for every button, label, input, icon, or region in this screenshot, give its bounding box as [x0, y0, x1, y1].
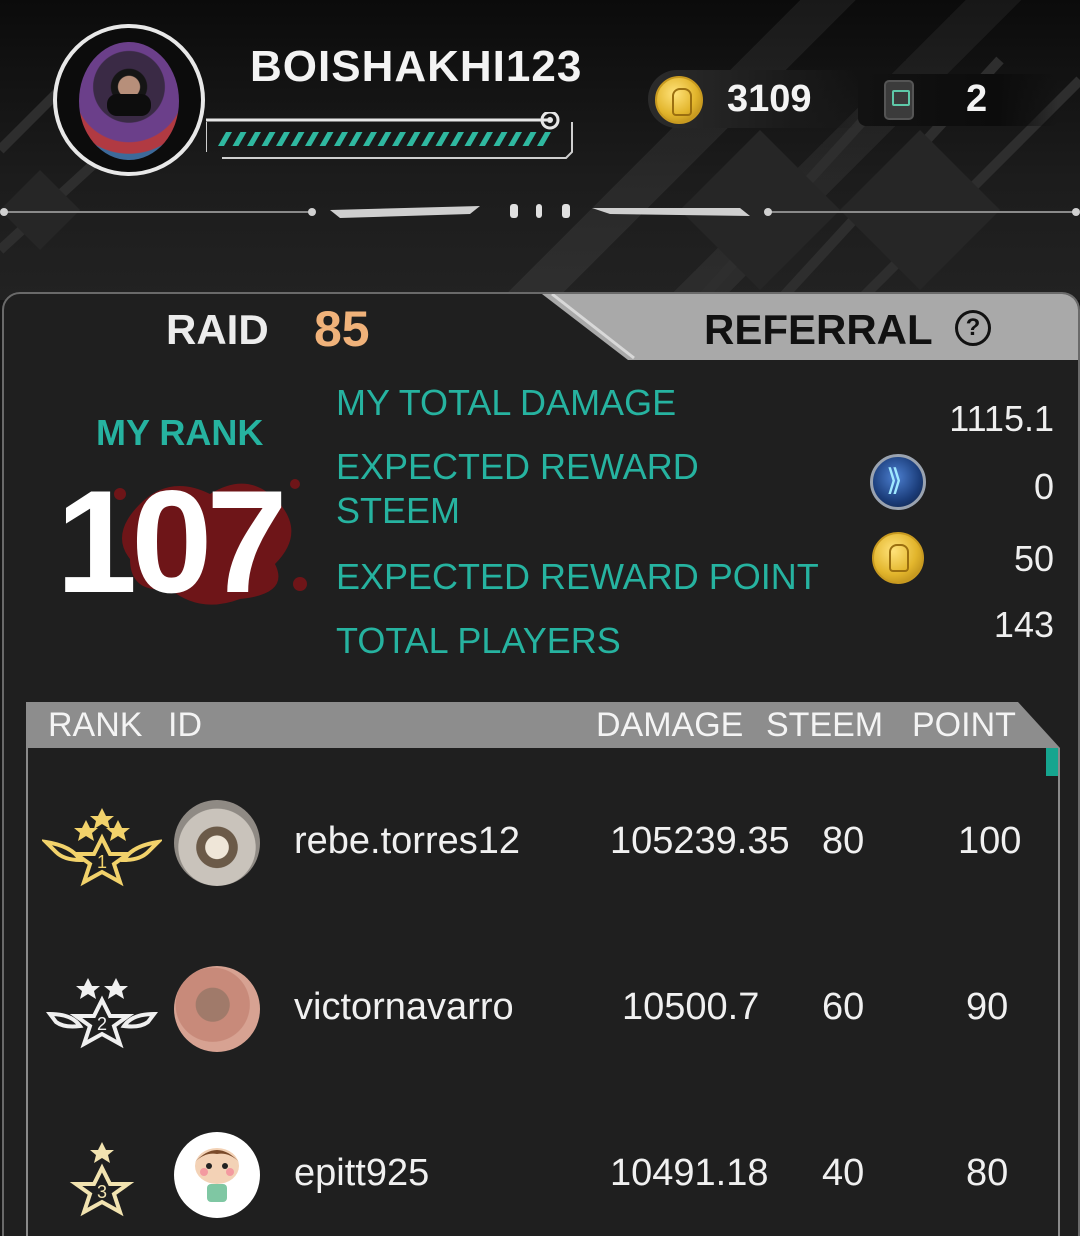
player-damage: 105239.35	[610, 820, 790, 862]
profile-avatar-ring[interactable]	[53, 24, 205, 176]
xp-bar-segment	[508, 132, 522, 146]
total-players-label: TOTAL PLAYERS	[336, 620, 621, 661]
total-players-value: 143	[993, 604, 1054, 645]
ranking-table: RANK ID DAMAGE STEEM POINT 1 rebe.torres…	[26, 702, 1060, 1236]
my-rank-label: MY RANK	[96, 412, 264, 453]
username: BOISHAKHI123	[250, 42, 583, 91]
col-point: POINT	[912, 706, 1016, 744]
xp-bar-segment	[479, 132, 493, 146]
xp-bar-segment	[290, 132, 305, 146]
total-damage-label: MY TOTAL DAMAGE	[336, 382, 677, 423]
total-damage-value: 1115.1	[949, 398, 1054, 439]
player-steem: 80	[822, 820, 865, 862]
profile-avatar	[79, 42, 179, 160]
cartoon-avatar-icon	[195, 1148, 239, 1202]
xp-bar-segment	[276, 132, 290, 146]
ticket-count: 2	[966, 78, 988, 120]
player-point: 90	[966, 986, 1009, 1028]
xp-bar-segment	[218, 132, 232, 146]
rank-2-badge-number: 2	[97, 1014, 107, 1034]
reward-point-value: 50	[1013, 538, 1054, 579]
xp-bar-segment	[334, 132, 348, 146]
table-row[interactable]: 1 rebe.torres12 105239.35 80 100	[28, 788, 1058, 908]
xp-bar-segment	[319, 132, 334, 146]
xp-bar-segment	[537, 132, 551, 146]
reward-point-label: EXPECTED REWARD POINT	[336, 556, 819, 597]
xp-bar-segment	[406, 132, 421, 146]
player-steem: 40	[822, 1152, 865, 1194]
xp-bar-segment	[232, 132, 247, 146]
header-divider	[0, 204, 1080, 218]
col-damage: DAMAGE	[596, 706, 744, 744]
player-point: 100	[958, 820, 1022, 862]
table-header: RANK ID DAMAGE STEEM POINT	[26, 702, 1060, 748]
player-damage: 10491.18	[610, 1152, 769, 1194]
avatar[interactable]	[174, 1132, 260, 1218]
raid-number: 85	[314, 301, 370, 357]
player-id: epitt925	[294, 1152, 430, 1194]
player-point: 80	[966, 1152, 1009, 1194]
tab-raid[interactable]: RAID	[166, 306, 269, 354]
xp-bar-segment	[493, 132, 508, 146]
reward-steem-value: 0	[1033, 466, 1054, 507]
table-row[interactable]: 2 victornavarro 10500.7 60 90	[28, 954, 1058, 1074]
xp-bar-segment	[305, 132, 319, 146]
gold-coin-icon	[872, 532, 924, 584]
xp-bar-segment	[392, 132, 406, 146]
scrollbar[interactable]	[1046, 748, 1058, 776]
rank-3-badge-number: 3	[97, 1182, 107, 1202]
raid-panel: RAID 85 REFERRAL ? MY RANK 107 MY TOTAL …	[2, 292, 1080, 1236]
rank-2-badge-icon: 2	[45, 978, 159, 1049]
xp-bar-segment	[348, 132, 363, 146]
xp-progress-bar	[206, 112, 573, 159]
xp-bar-segment	[377, 132, 392, 146]
xp-bar-segment	[421, 132, 435, 146]
avatar[interactable]	[174, 966, 260, 1052]
rank-1-badge-icon: 1	[42, 808, 162, 887]
xp-bar-segment	[522, 132, 537, 146]
gold-coin-icon	[655, 76, 703, 124]
xp-bar-segment	[261, 132, 276, 146]
coin-count: 3109	[727, 78, 812, 120]
avatar[interactable]	[174, 800, 260, 886]
profile-header: BOISHAKHI123 3109 2	[0, 0, 1080, 300]
player-steem: 60	[822, 986, 865, 1028]
player-id: rebe.torres12	[294, 820, 521, 862]
table-row[interactable]: 3 epitt925 10491.18 40 80	[28, 1120, 1058, 1236]
table-body[interactable]: 1 rebe.torres12 105239.35 80 100 2 victo…	[26, 748, 1060, 1236]
xp-bar-segment	[247, 132, 261, 146]
xp-bar-segment	[464, 132, 479, 146]
help-glyph: ?	[965, 314, 981, 341]
rank-1-badge-number: 1	[97, 852, 107, 872]
reward-steem-label-2: STEEM	[336, 490, 461, 531]
rank-3-badge-icon: 3	[69, 1142, 135, 1217]
my-rank-value: 107	[56, 460, 288, 623]
help-icon[interactable]: ?	[955, 310, 991, 346]
reward-steem-label: EXPECTED REWARD	[336, 446, 699, 487]
xp-bar-segment	[450, 132, 464, 146]
ticket-icon	[884, 80, 914, 120]
col-steem: STEEM	[766, 706, 884, 744]
xp-bar-segment	[435, 132, 450, 146]
steem-icon	[870, 454, 926, 510]
col-rank: RANK	[48, 706, 143, 744]
xp-bar-segment	[363, 132, 377, 146]
tab-referral[interactable]: REFERRAL	[704, 306, 933, 354]
player-id: victornavarro	[294, 986, 514, 1028]
player-damage: 10500.7	[622, 986, 760, 1028]
col-id: ID	[168, 706, 202, 744]
